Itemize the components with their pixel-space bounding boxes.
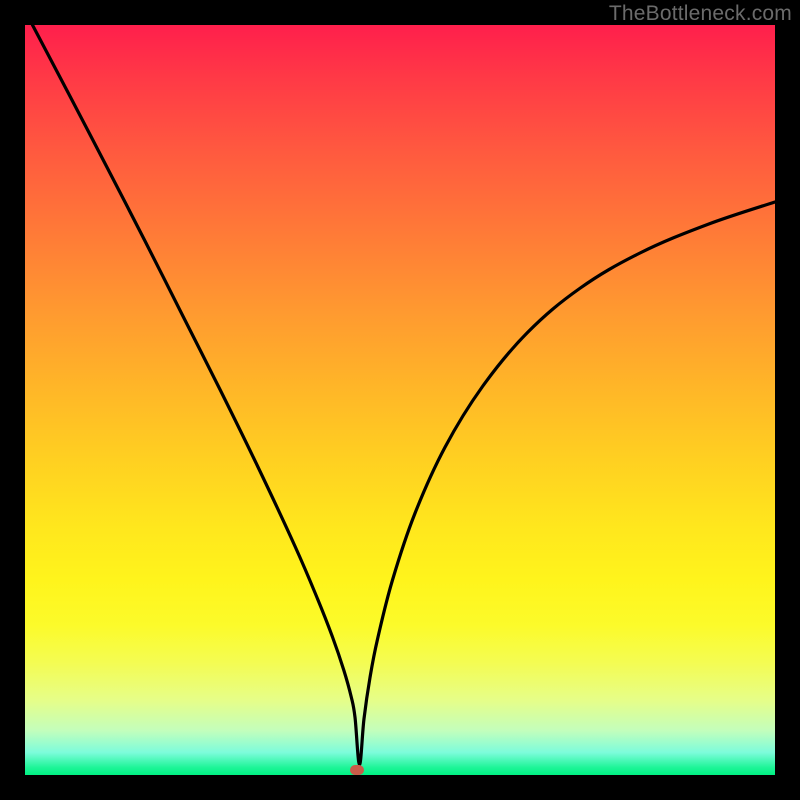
plot-area <box>25 25 775 775</box>
optimum-marker <box>350 765 364 775</box>
curve-svg <box>25 25 775 775</box>
watermark-text: TheBottleneck.com <box>609 2 792 26</box>
chart-frame: TheBottleneck.com <box>0 0 800 800</box>
bottleneck-curve <box>33 25 776 765</box>
